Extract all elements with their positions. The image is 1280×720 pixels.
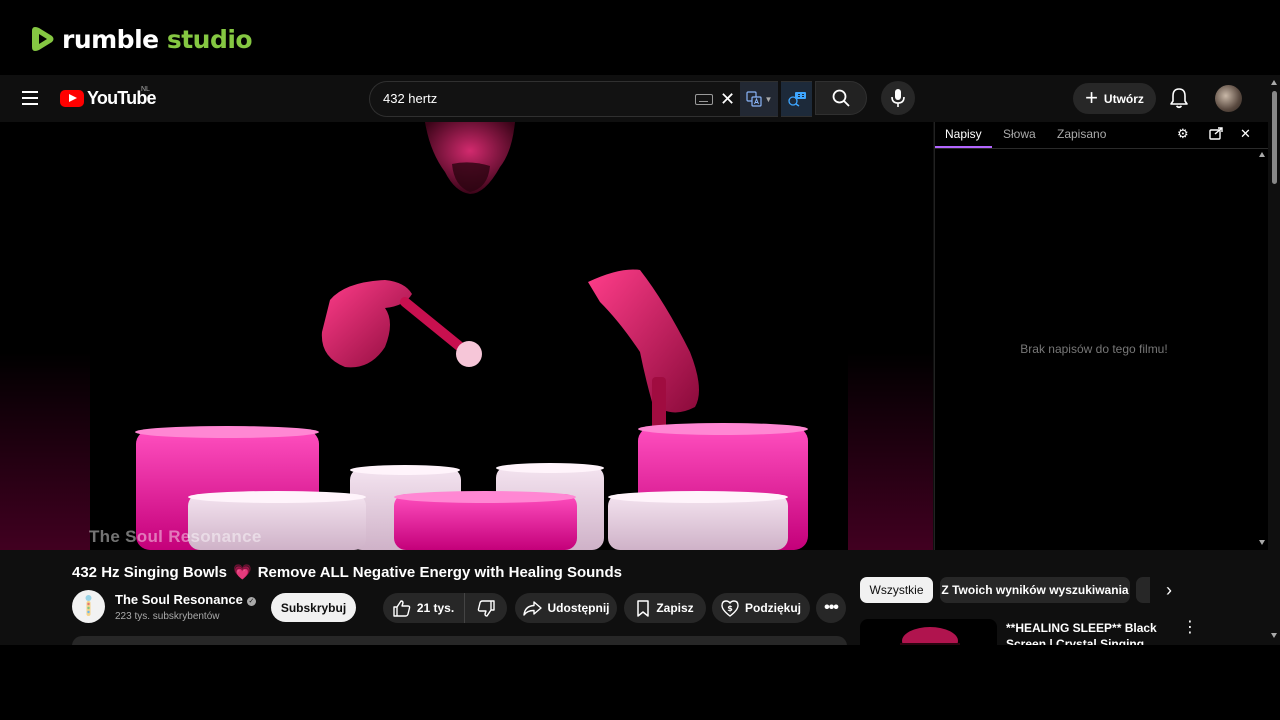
video-title: 432 Hz Singing Bowls 💗 Remove ALL Negative… <box>72 563 622 581</box>
channel-avatar[interactable] <box>72 590 105 623</box>
active-tab-indicator <box>935 146 992 148</box>
notifications-button[interactable] <box>1169 87 1189 114</box>
video-title-part1: 432 Hz Singing Bowls <box>72 564 228 581</box>
bottom-letterbox <box>0 645 1280 720</box>
recommendation-title[interactable]: **HEALING SLEEP** Black Screen | Crystal… <box>1006 620 1171 645</box>
scroll-down-arrow[interactable] <box>1271 633 1277 638</box>
menu-icon[interactable] <box>20 89 40 107</box>
tab-slowa[interactable]: Słowa <box>1003 127 1036 141</box>
rumble-studio-logo: rumble studio <box>30 24 253 54</box>
translate-extension-button[interactable]: ▼ <box>740 81 778 117</box>
voice-search-button[interactable] <box>881 81 915 115</box>
search-query[interactable]: 432 hertz <box>383 91 437 106</box>
chevron-right-icon[interactable]: › <box>1166 581 1172 599</box>
save-button[interactable]: Zapisz <box>624 593 706 623</box>
thanks-button[interactable]: $ Podziękuj <box>712 593 810 623</box>
rumble-play-icon <box>32 27 54 51</box>
subtitle-extension-icon <box>787 92 806 107</box>
region-code: NL <box>141 86 150 93</box>
chip-from-search[interactable]: Z Twoich wyników wyszukiwania <box>940 577 1130 603</box>
more-vertical-icon[interactable]: ⋮ <box>1182 620 1198 636</box>
video-player[interactable]: The Soul Resonance <box>0 122 933 550</box>
page-scrollbar[interactable] <box>1268 75 1280 645</box>
more-actions-button[interactable]: ••• <box>816 593 846 623</box>
share-label: Udostępnij <box>547 601 610 615</box>
rumble-wordmark: rumble studio <box>62 24 253 54</box>
subscriber-count: 223 tys. subskrybentów <box>115 611 220 622</box>
chevron-down-icon[interactable]: ▼ <box>765 95 773 104</box>
ambient-glow-left <box>0 352 90 550</box>
video-frame <box>135 122 808 550</box>
tab-napisy[interactable]: Napisy <box>945 127 982 141</box>
translate-icon <box>745 91 762 107</box>
dislike-button[interactable] <box>465 593 507 623</box>
ambient-glow-right <box>848 352 933 550</box>
youtube-play-icon <box>60 90 84 107</box>
search-input[interactable]: 432 hertz ✕ <box>369 81 740 117</box>
tab-zapisano[interactable]: Zapisano <box>1057 127 1106 141</box>
save-label: Zapisz <box>656 601 694 615</box>
description-box[interactable] <box>72 636 847 645</box>
verified-check-icon: ✓ <box>246 597 256 606</box>
rumble-studio-header: rumble studio <box>0 0 1280 75</box>
rumble-word: rumble <box>62 24 159 54</box>
chip-partial[interactable] <box>1136 577 1150 603</box>
recommendation-thumbnail[interactable] <box>860 619 997 645</box>
empty-transcript-message: Brak napisów do tego filmu! <box>1020 342 1168 356</box>
settings-icon[interactable]: ⚙ <box>1177 127 1189 141</box>
thanks-heart-icon: $ <box>721 599 739 617</box>
like-count: 21 tys. <box>416 601 455 615</box>
bell-icon <box>1170 88 1188 109</box>
panel-scroll-down[interactable] <box>1259 540 1265 545</box>
share-icon <box>522 600 542 616</box>
thumbs-up-icon <box>393 599 411 617</box>
channel-name-text[interactable]: The Soul Resonance <box>115 592 243 607</box>
clear-icon[interactable]: ✕ <box>720 90 735 108</box>
channel-name[interactable]: The Soul Resonance ✓ <box>115 592 256 607</box>
plus-icon: + <box>1085 84 1098 110</box>
video-title-part2: Remove ALL Negative Energy with Healing … <box>257 564 622 581</box>
create-label: Utwórz <box>1103 91 1144 106</box>
youtube-masthead: YouTube NL 432 hertz ✕ ▼ + Utwórz <box>0 75 1268 122</box>
youtube-window: YouTube NL 432 hertz ✕ ▼ + Utwórz The So… <box>0 75 1280 645</box>
scroll-up-arrow[interactable] <box>1271 80 1277 85</box>
keyboard-icon[interactable] <box>695 94 713 105</box>
thumbs-down-icon <box>477 599 495 617</box>
close-icon[interactable]: ✕ <box>1240 127 1251 141</box>
microphone-icon <box>891 89 905 107</box>
subscribe-button[interactable]: Subskrybuj <box>271 593 356 622</box>
like-dislike-group: 21 tys. <box>383 593 507 623</box>
studio-word: studio <box>166 24 253 54</box>
like-button[interactable]: 21 tys. <box>383 593 465 623</box>
panel-tabs: Napisy Słowa Zapisano ⚙ ✕ <box>935 122 1269 149</box>
search-icon <box>832 89 850 107</box>
share-button[interactable]: Udostępnij <box>515 593 617 623</box>
account-avatar[interactable] <box>1215 85 1242 112</box>
popout-icon[interactable] <box>1209 127 1223 143</box>
create-button[interactable]: + Utwórz <box>1073 83 1156 114</box>
svg-text:$: $ <box>727 604 733 613</box>
heart-emoji: 💗 <box>233 564 252 581</box>
search-button[interactable] <box>815 81 867 115</box>
chip-all[interactable]: Wszystkie <box>860 577 933 603</box>
scrollbar-thumb[interactable] <box>1272 91 1277 184</box>
video-watermark: The Soul Resonance <box>89 527 262 546</box>
thanks-label: Podziękuj <box>744 601 801 615</box>
panel-scroll-up[interactable] <box>1259 152 1265 157</box>
bookmark-icon <box>637 599 650 617</box>
transcript-panel: Napisy Słowa Zapisano ⚙ ✕ Brak napisów d… <box>934 122 1269 550</box>
more-horizontal-icon: ••• <box>824 599 839 616</box>
subtitle-extension-button[interactable] <box>781 81 812 117</box>
